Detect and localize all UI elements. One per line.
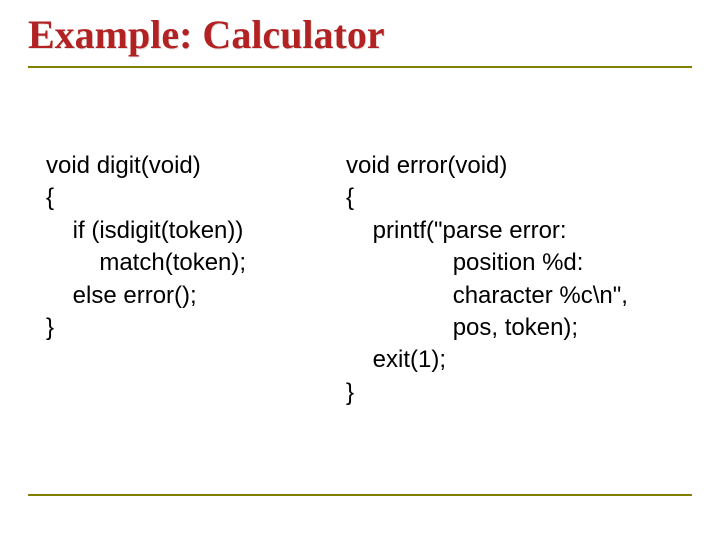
- code-block-error: void error(void) { printf("parse error: …: [346, 150, 686, 409]
- footer-divider: [28, 494, 692, 496]
- code-block-digit: void digit(void) { if (isdigit(token)) m…: [46, 150, 346, 409]
- slide-title: Example: Calculator: [28, 14, 692, 56]
- title-container: Example: Calculator: [28, 14, 692, 68]
- slide: Example: Calculator void digit(void) { i…: [0, 0, 720, 540]
- slide-body: void digit(void) { if (isdigit(token)) m…: [46, 150, 686, 409]
